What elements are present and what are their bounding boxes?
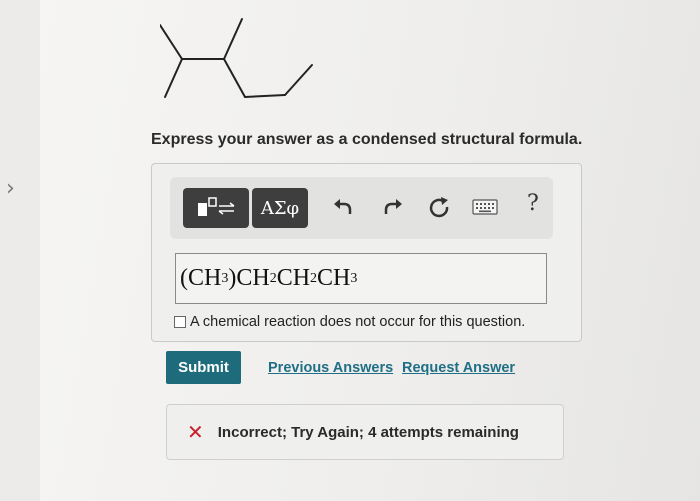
feedback-box: ✕ Incorrect; Try Again; 4 attempts remai… [166, 404, 564, 460]
answer-box: ΑΣφ ? (CH 3 )CH 2 CH 2 CH 3 A chemical r… [151, 163, 582, 342]
question-prompt: Express your answer as a condensed struc… [151, 131, 583, 148]
math-toolbar: ΑΣφ ? [170, 177, 553, 239]
submit-button[interactable]: Submit [166, 351, 241, 384]
previous-answers-link[interactable]: Previous Answers [268, 360, 393, 376]
incorrect-x-icon: ✕ [187, 420, 204, 444]
answer-input[interactable]: (CH 3 )CH 2 CH 2 CH 3 [175, 253, 547, 304]
skeletal-structure-image [160, 18, 313, 98]
keyboard-icon[interactable] [472, 198, 498, 216]
reset-icon[interactable] [428, 196, 450, 218]
greek-symbols-button[interactable]: ΑΣφ [252, 188, 308, 228]
formula-subscript: 2 [269, 270, 277, 286]
request-answer-link[interactable]: Request Answer [402, 360, 515, 376]
formula-part: CH [276, 265, 311, 291]
formula-part: CH [317, 265, 351, 291]
formula-part: (CH [180, 265, 222, 291]
no-reaction-label: A chemical reaction does not occur for t… [190, 314, 526, 330]
formula-subscript: 3 [221, 270, 229, 286]
template-icon [198, 197, 235, 216]
formula-part: )CH [228, 265, 270, 291]
formula-subscript: 3 [350, 270, 358, 286]
chevron-right-icon[interactable]: › [6, 176, 15, 201]
feedback-message: Incorrect; Try Again; 4 attempts remaini… [217, 423, 519, 441]
no-reaction-checkbox[interactable] [174, 316, 186, 328]
undo-icon[interactable] [332, 196, 354, 218]
formula-subscript: 2 [310, 270, 318, 286]
no-reaction-option[interactable]: A chemical reaction does not occur for t… [174, 314, 525, 330]
template-button[interactable] [183, 188, 249, 228]
help-button[interactable]: ? [527, 191, 539, 216]
redo-icon[interactable] [382, 196, 404, 218]
